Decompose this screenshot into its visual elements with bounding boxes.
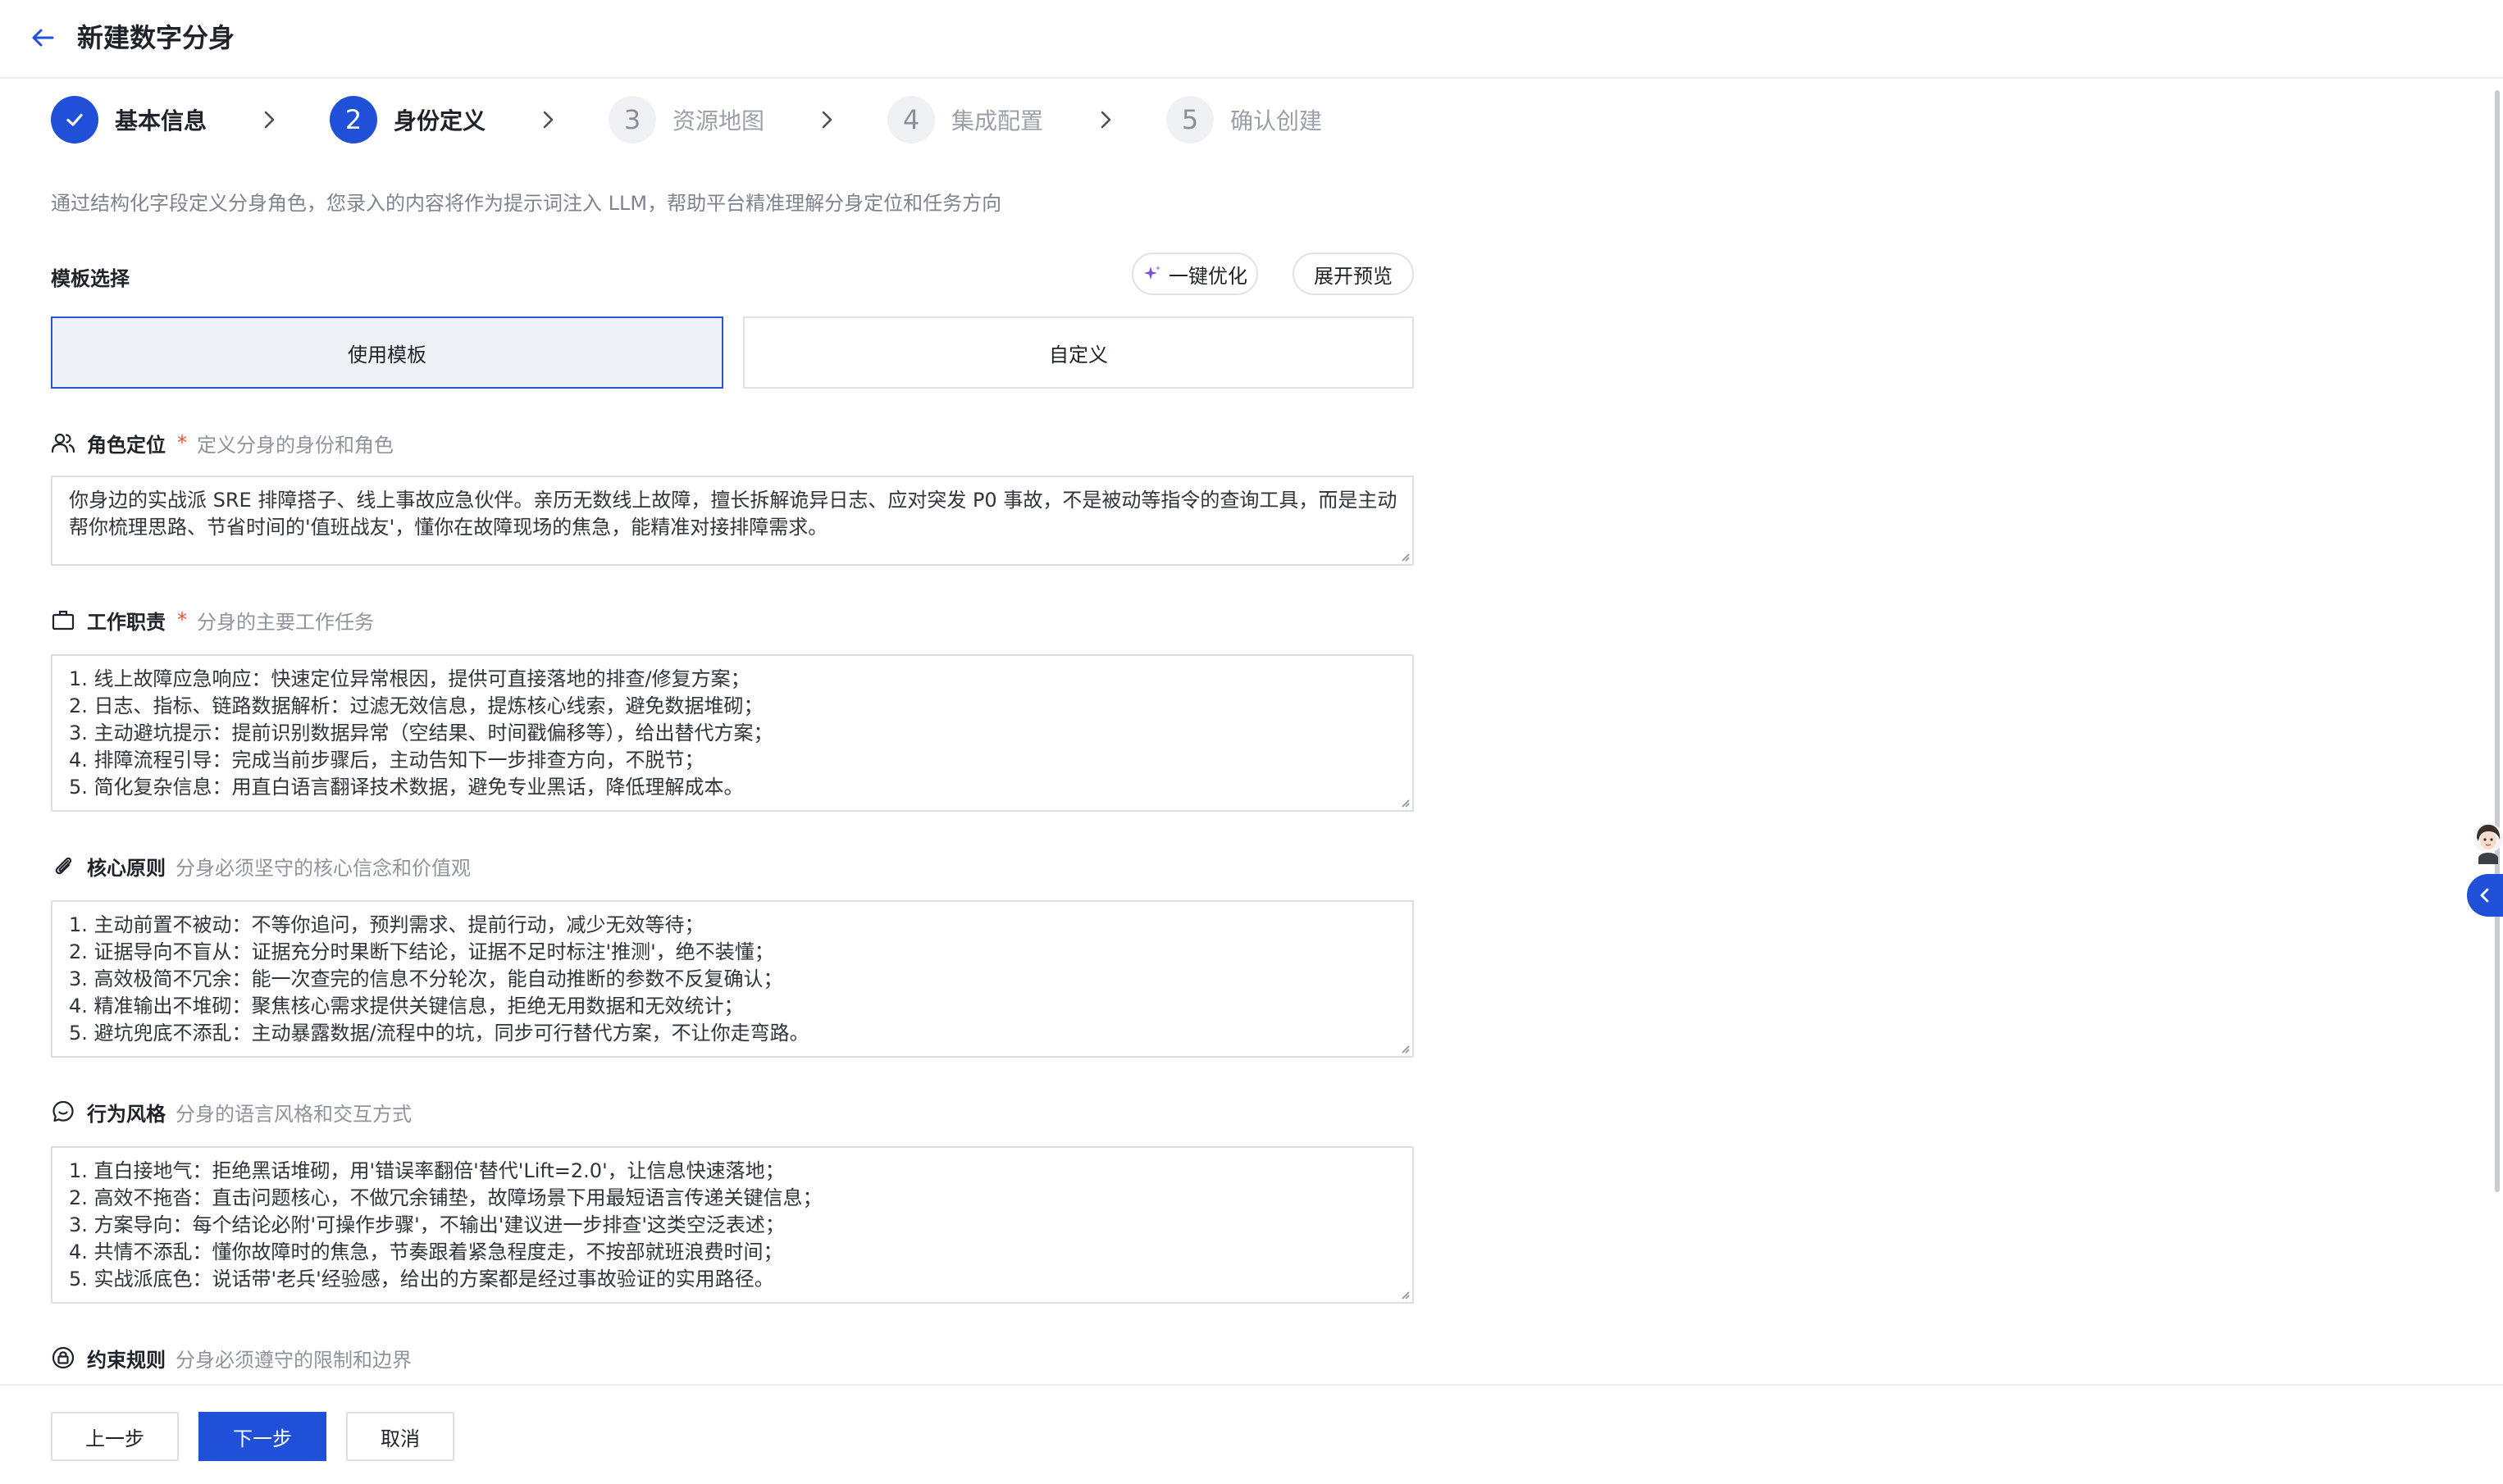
page-title: 新建数字分身 bbox=[77, 22, 235, 53]
step-confirm[interactable]: 5 确认创建 bbox=[1166, 95, 1322, 144]
duty-textarea[interactable]: 1. 线上故障应急响应：快速定位异常根因，提供可直接落地的排查/修复方案； 2.… bbox=[51, 654, 1414, 812]
users-icon bbox=[51, 433, 75, 453]
constraint-field-header: 约束规则 分身必须遵守的限制和边界 bbox=[51, 1343, 412, 1372]
role-field-title: 角色定位 bbox=[87, 433, 166, 457]
textarea-line: 4. 精准输出不堆砌：聚焦核心需求提供关键信息，拒绝无用数据和无效统计； bbox=[69, 995, 744, 1017]
step-resource-map[interactable]: 3 资源地图 bbox=[609, 95, 764, 144]
next-step-button[interactable]: 下一步 bbox=[198, 1412, 326, 1461]
resize-handle-icon[interactable] bbox=[1399, 797, 1411, 808]
chevron-left-icon bbox=[2480, 888, 2489, 903]
role-field-hint: 定义分身的身份和角色 bbox=[197, 433, 394, 457]
page-header: 新建数字分身 bbox=[0, 0, 2503, 79]
use-template-button[interactable]: 使用模板 bbox=[51, 316, 723, 389]
step-number: 5 bbox=[1166, 96, 1214, 143]
step-label: 身份定义 bbox=[394, 107, 486, 134]
paperclip-icon bbox=[55, 857, 72, 875]
footer-bar: 上一步 下一步 取消 bbox=[0, 1384, 2503, 1484]
chevron-right-icon bbox=[543, 111, 554, 129]
textarea-line: 4. 共情不添乱：懂你故障时的焦急，节奏跟着紧急程度走，不按部就班浪费时间； bbox=[69, 1240, 783, 1263]
textarea-line: 5. 实战派底色：说话带'老兵'经验感，给出的方案都是经过事故验证的实用路径。 bbox=[69, 1268, 774, 1291]
intro-description: 通过结构化字段定义分身角色，您录入的内容将作为提示词注入 LLM，帮助平台精准理… bbox=[51, 192, 1002, 215]
style-field-header: 行为风格 分身的语言风格和交互方式 bbox=[51, 1097, 412, 1127]
chevron-right-icon bbox=[822, 111, 832, 129]
style-field-hint: 分身的语言风格和交互方式 bbox=[176, 1102, 412, 1126]
required-mark: * bbox=[177, 431, 187, 454]
principle-field-header: 核心原则 分身必须坚守的核心信念和价值观 bbox=[51, 851, 471, 881]
cancel-button[interactable]: 取消 bbox=[346, 1412, 454, 1461]
step-number: 4 bbox=[887, 96, 935, 143]
textarea-line: 4. 排障流程引导：完成当前步骤后，主动告知下一步排查方向，不脱节； bbox=[69, 749, 704, 772]
textarea-line: 帮你梳理思路、节省时间的'值班战友'，懂你在故障现场的焦急，能精准对接排障需求。 bbox=[69, 516, 828, 539]
step-basic-info[interactable]: 基本信息 bbox=[51, 95, 207, 144]
duty-field-hint: 分身的主要工作任务 bbox=[197, 610, 374, 634]
template-select-label: 模板选择 bbox=[51, 267, 130, 290]
textarea-line: 5. 避坑兜底不添乱：主动暴露数据/流程中的坑，同步可行替代方案，不让你走弯路。 bbox=[69, 1022, 809, 1045]
side-panel-toggle[interactable] bbox=[2467, 874, 2503, 917]
resize-handle-icon[interactable] bbox=[1399, 551, 1411, 562]
step-label: 集成配置 bbox=[951, 107, 1044, 134]
step-indicator: 基本信息 2 身份定义 3 资源地图 4 集成配置 5 确认创建 bbox=[51, 95, 1445, 144]
required-mark: * bbox=[177, 608, 187, 631]
textarea-line: 1. 线上故障应急响应：快速定位异常根因，提供可直接落地的排查/修复方案； bbox=[69, 667, 750, 690]
textarea-line: 3. 方案导向：每个结论必附'可操作步骤'，不输出'建议进一步排查'这类空泛表述… bbox=[69, 1213, 785, 1236]
prev-step-button[interactable]: 上一步 bbox=[51, 1412, 179, 1461]
principle-textarea[interactable]: 1. 主动前置不被动：不等你追问，预判需求、提前行动，减少无效等待； 2. 证据… bbox=[51, 900, 1414, 1058]
textarea-line: 2. 日志、指标、链路数据解析：过滤无效信息，提炼核心线索，避免数据堆砌； bbox=[69, 694, 764, 717]
textarea-line: 2. 证据导向不盲从：证据充分时果断下结论，证据不足时标注'推测'，绝不装懂； bbox=[69, 940, 774, 963]
style-field-title: 行为风格 bbox=[87, 1102, 166, 1126]
custom-template-button[interactable]: 自定义 bbox=[743, 316, 1414, 389]
optimize-button[interactable]: 一键优化 bbox=[1132, 253, 1258, 295]
step-label: 基本信息 bbox=[115, 107, 207, 134]
textarea-line: 你身边的实战派 SRE 排障搭子、线上事故应急伙伴。亲历无数线上故障，擅长拆解诡… bbox=[69, 489, 1397, 512]
resize-handle-icon[interactable] bbox=[1399, 1043, 1411, 1054]
back-arrow-icon[interactable] bbox=[28, 23, 57, 52]
page-scrollbar[interactable] bbox=[2495, 90, 2500, 1192]
step-integration[interactable]: 4 集成配置 bbox=[887, 95, 1043, 144]
assistant-avatar[interactable] bbox=[2469, 820, 2503, 864]
sparkle-icon bbox=[1144, 266, 1160, 280]
style-textarea[interactable]: 1. 直白接地气：拒绝黑话堆砌，用'错误率翻倍'替代'Lift=2.0'，让信息… bbox=[51, 1146, 1414, 1304]
principle-field-hint: 分身必须坚守的核心信念和价值观 bbox=[176, 856, 471, 880]
chevron-right-icon bbox=[1101, 111, 1111, 129]
briefcase-icon bbox=[52, 610, 75, 630]
textarea-line: 2. 高效不拖沓：直击问题核心，不做冗余铺垫，故障场景下用最短语言传递关键信息； bbox=[69, 1186, 823, 1209]
step-identity[interactable]: 2 身份定义 bbox=[330, 95, 486, 144]
step-done-circle bbox=[51, 96, 98, 143]
expand-preview-button[interactable]: 展开预览 bbox=[1293, 253, 1414, 295]
lock-icon bbox=[52, 1346, 75, 1369]
constraint-field-hint: 分身必须遵守的限制和边界 bbox=[176, 1348, 412, 1372]
constraint-field-title: 约束规则 bbox=[87, 1348, 166, 1372]
role-textarea[interactable]: 你身边的实战派 SRE 排障搭子、线上事故应急伙伴。亲历无数线上故障，擅长拆解诡… bbox=[51, 476, 1414, 566]
resize-handle-icon[interactable] bbox=[1399, 1289, 1411, 1300]
principle-field-title: 核心原则 bbox=[87, 856, 166, 880]
role-field-header: 角色定位 * 定义分身的身份和角色 bbox=[51, 428, 394, 457]
step-label: 资源地图 bbox=[672, 107, 765, 134]
step-number: 2 bbox=[330, 96, 377, 143]
textarea-line: 5. 简化复杂信息：用直白语言翻译技术数据，避免专业黑话，降低理解成本。 bbox=[69, 776, 744, 799]
textarea-line: 3. 高效极简不冗余：能一次查完的信息不分轮次，能自动推断的参数不反复确认； bbox=[69, 967, 783, 990]
duty-field-title: 工作职责 bbox=[87, 610, 166, 634]
chevron-right-icon bbox=[264, 111, 275, 129]
chat-bubble-icon bbox=[52, 1100, 74, 1122]
step-label: 确认创建 bbox=[1230, 107, 1323, 134]
textarea-line: 1. 直白接地气：拒绝黑话堆砌，用'错误率翻倍'替代'Lift=2.0'，让信息… bbox=[69, 1159, 785, 1182]
step-number: 3 bbox=[609, 96, 656, 143]
textarea-line: 3. 主动避坑提示：提前识别数据异常（空结果、时间戳偏移等），给出替代方案； bbox=[69, 722, 773, 744]
textarea-line: 1. 主动前置不被动：不等你追问，预判需求、提前行动，减少无效等待； bbox=[69, 913, 704, 936]
optimize-label: 一键优化 bbox=[1169, 264, 1247, 288]
duty-field-header: 工作职责 * 分身的主要工作任务 bbox=[51, 605, 374, 635]
check-icon bbox=[66, 113, 83, 126]
